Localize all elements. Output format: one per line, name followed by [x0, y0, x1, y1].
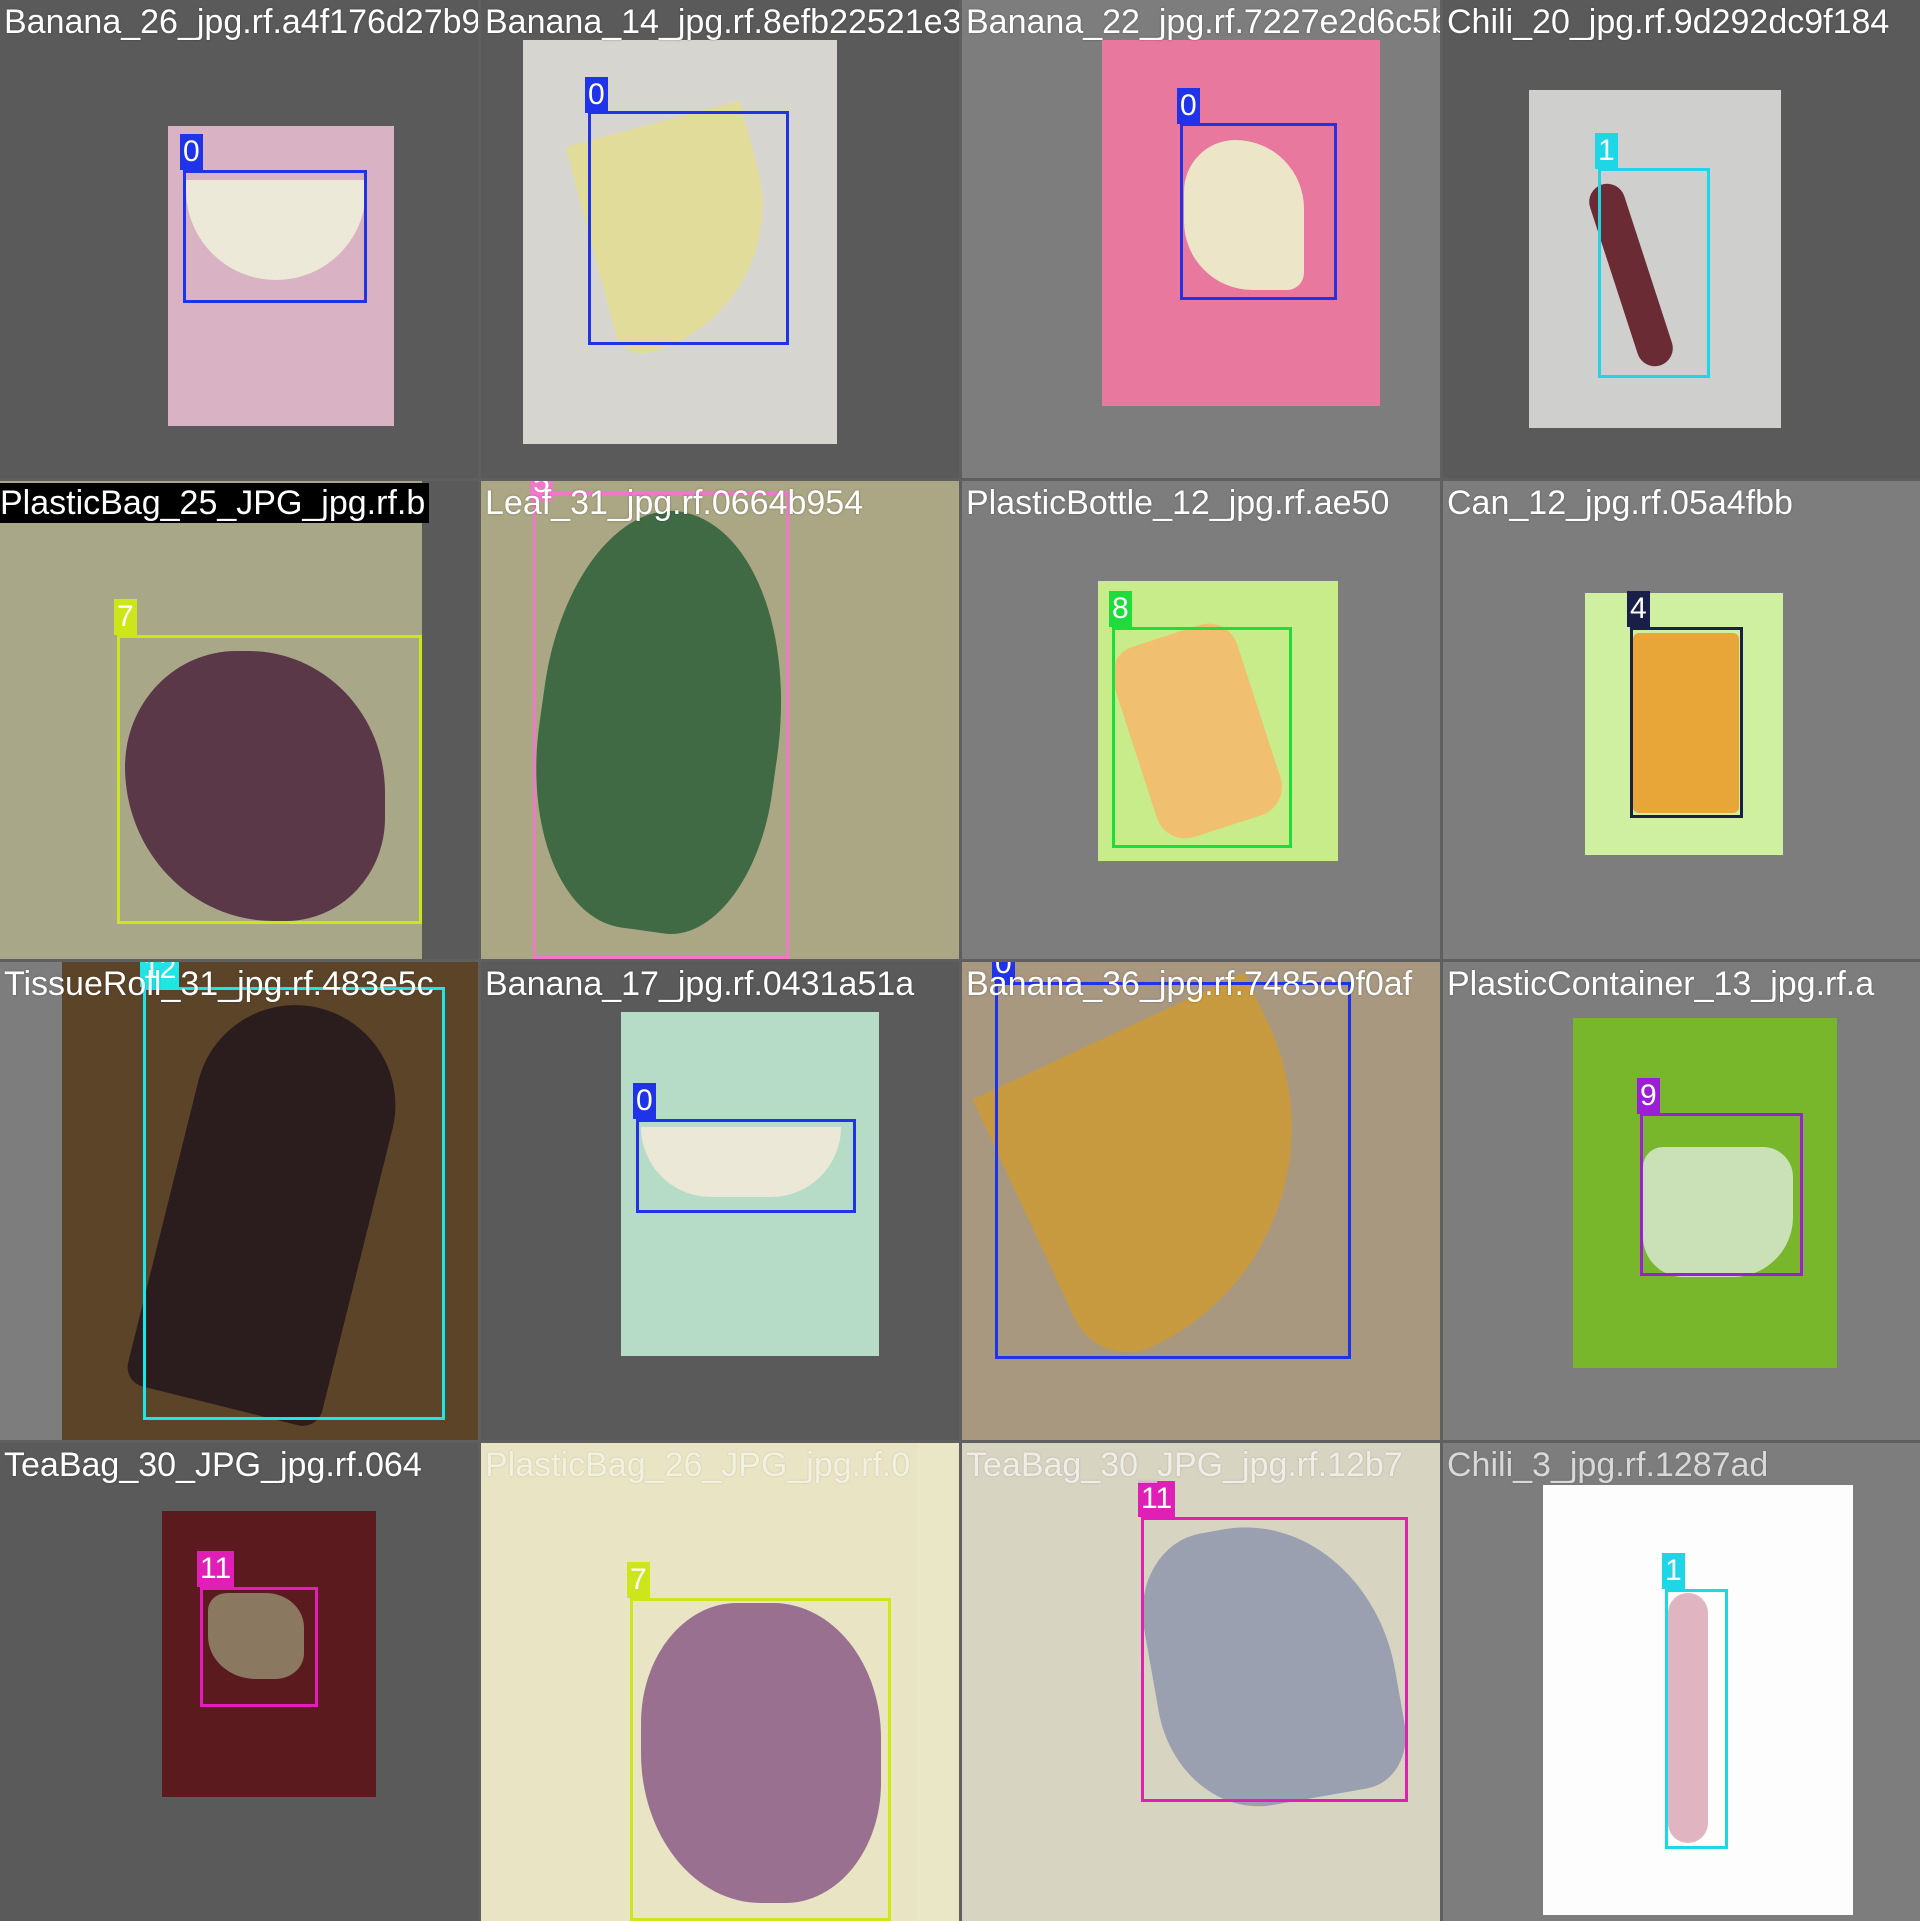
class-label: 11 [197, 1551, 235, 1587]
bounding-box [995, 982, 1351, 1359]
bounding-box [183, 170, 367, 303]
bounding-box [630, 1598, 891, 1921]
image-filename: Chili_3_jpg.rf.1287ad [1447, 1446, 1769, 1484]
image-filename: Leaf_31_jpg.rf.0664b954 [485, 484, 864, 522]
image-filename: Banana_26_jpg.rf.a4f176d27b95659145cd2f7 [4, 3, 478, 41]
tile-teabag-30: 11 TeaBag_30_JPG_jpg.rf.064 [0, 1443, 478, 1921]
image-filename: TissueRoll_31_jpg.rf.483e5c [4, 965, 434, 1003]
tile-plasticbottle-12: 8 PlasticBottle_12_jpg.rf.ae50 [962, 481, 1440, 959]
bounding-box [533, 492, 789, 959]
tile-tissueroll-31: 12 TissueRoll_31_jpg.rf.483e5c [0, 962, 478, 1440]
bounding-box [117, 635, 422, 924]
tile-teabag-30-b: 11 TeaBag_30_JPG_jpg.rf.12b7 [962, 1443, 1440, 1921]
image-filename: PlasticBag_25_JPG_jpg.rf.b [0, 483, 430, 523]
class-label: 7 [114, 599, 137, 635]
tile-chili-20: 1 Chili_20_jpg.rf.9d292dc9f184 [1443, 0, 1920, 478]
bounding-box [143, 987, 445, 1420]
tile-plasticcontainer-13: 9 PlasticContainer_13_jpg.rf.a [1443, 962, 1920, 1440]
tile-banana-26: 0 Banana_26_jpg.rf.a4f176d27b95659145cd2… [0, 0, 478, 478]
bounding-box [1180, 123, 1337, 300]
image-filename: Banana_17_jpg.rf.0431a51a [485, 965, 915, 1003]
class-label: 1 [1662, 1553, 1685, 1589]
tile-banana-22: 0 Banana_22_jpg.rf.7227e2d6c5bb25f7bdf19… [962, 0, 1440, 478]
image-filename: PlasticBag_26_JPG_jpg.rf.0 [485, 1446, 911, 1484]
image-filename: PlasticBottle_12_jpg.rf.ae50 [966, 484, 1390, 522]
image-filename: Can_12_jpg.rf.05a4fbb [1447, 484, 1793, 522]
bounding-box [1630, 627, 1743, 818]
class-label: 9 [1637, 1078, 1660, 1114]
image-filename: Chili_20_jpg.rf.9d292dc9f184 [1447, 3, 1890, 41]
mosaic-grid: 0 Banana_26_jpg.rf.a4f176d27b95659145cd2… [0, 0, 1920, 1921]
tile-chili-3: 1 Chili_3_jpg.rf.1287ad [1443, 1443, 1920, 1921]
class-label: 11 [1138, 1481, 1176, 1517]
class-label: 0 [585, 77, 608, 113]
tile-leaf-31: 5 Leaf_31_jpg.rf.0664b954 [481, 481, 959, 959]
image-filename: TeaBag_30_JPG_jpg.rf.064 [4, 1446, 422, 1484]
tile-plasticbag-25: 7 PlasticBag_25_JPG_jpg.rf.b [0, 481, 478, 959]
bounding-box [1598, 168, 1710, 378]
tile-banana-36: 0 Banana_36_jpg.rf.7485c0f0af [962, 962, 1440, 1440]
tile-banana-14: 0 Banana_14_jpg.rf.8efb22521e3e6f4fe1 [481, 0, 959, 478]
class-label: 0 [633, 1083, 656, 1119]
tile-plasticbag-26: 7 PlasticBag_26_JPG_jpg.rf.0 [481, 1443, 959, 1921]
bounding-box [636, 1119, 856, 1213]
image-filename: Banana_22_jpg.rf.7227e2d6c5bb25f7bdf1963 [966, 3, 1440, 41]
bounding-box [1665, 1589, 1728, 1849]
bounding-box [1640, 1113, 1803, 1276]
bounding-box [588, 111, 789, 345]
class-label: 7 [627, 1562, 650, 1598]
bounding-box [1141, 1517, 1408, 1802]
class-label: 1 [1595, 133, 1618, 169]
class-label: 4 [1627, 591, 1650, 627]
tile-banana-17: 0 Banana_17_jpg.rf.0431a51a [481, 962, 959, 1440]
class-label: 0 [1177, 88, 1200, 124]
class-label: 0 [180, 134, 203, 170]
image-filename: Banana_36_jpg.rf.7485c0f0af [966, 965, 1413, 1003]
bounding-box [1112, 627, 1292, 848]
image-filename: TeaBag_30_JPG_jpg.rf.12b7 [966, 1446, 1403, 1484]
tile-can-12: 4 Can_12_jpg.rf.05a4fbb [1443, 481, 1920, 959]
image-filename: PlasticContainer_13_jpg.rf.a [1447, 965, 1875, 1003]
bounding-box [200, 1587, 318, 1707]
image-filename: Banana_14_jpg.rf.8efb22521e3e6f4fe1 [485, 3, 959, 41]
class-label: 8 [1109, 591, 1132, 627]
